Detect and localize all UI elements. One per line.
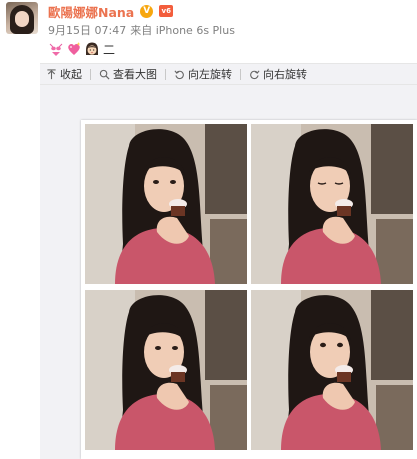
search-icon	[99, 69, 110, 80]
collapse-button[interactable]: 收起	[46, 66, 82, 82]
view-large-label: 查看大图	[113, 68, 157, 81]
toolbar-divider	[165, 68, 166, 80]
post-meta: 9月15日 07:47 来自 iPhone 6s Plus	[48, 22, 235, 38]
arrow-up-icon	[47, 68, 56, 79]
photo-3[interactable]	[85, 290, 247, 450]
photo-1[interactable]	[85, 124, 247, 284]
avatar[interactable]	[6, 2, 38, 34]
post-text-content: 二	[103, 42, 116, 57]
vip-badge-icon[interactable]: v6	[159, 5, 174, 17]
photo-1-image	[85, 124, 247, 284]
rotate-right-label: 向右旋转	[263, 68, 307, 81]
post-text: 二	[48, 40, 115, 58]
girl-face-icon	[86, 42, 98, 55]
rotate-left-label: 向左旋转	[188, 68, 232, 81]
photo-2[interactable]	[251, 124, 413, 284]
photo-4[interactable]	[251, 290, 413, 450]
toolbar-divider	[90, 68, 91, 80]
rotate-left-icon	[174, 69, 184, 79]
author-row: 歐陽娜娜Nana V v6	[48, 2, 174, 21]
rotate-left-button[interactable]: 向左旋转	[174, 66, 232, 82]
photo-2-image	[251, 124, 413, 284]
toolbar-divider	[240, 68, 241, 80]
weibo-post: 歐陽娜娜Nana V v6 9月15日 07:47 来自 iPhone 6s P…	[0, 0, 417, 459]
rotate-right-button[interactable]: 向右旋转	[249, 66, 307, 82]
sparkling-heart-icon	[68, 42, 81, 55]
photo-4-image	[251, 290, 413, 450]
author-name[interactable]: 歐陽娜娜Nana	[48, 2, 134, 21]
bikini-emoji-icon	[49, 43, 63, 56]
verified-badge-icon[interactable]: V	[140, 4, 154, 18]
post-source: 来自 iPhone 6s Plus	[130, 24, 235, 37]
photo-3-image	[85, 290, 247, 450]
collapse-label: 收起	[60, 68, 82, 81]
view-large-button[interactable]: 查看大图	[99, 66, 157, 82]
media-toolbar: 收起 查看大图 向左旋转 向右旋转	[40, 63, 417, 85]
post-time[interactable]: 9月15日 07:47	[48, 22, 126, 38]
photo-collage[interactable]	[81, 120, 417, 459]
rotate-right-icon	[250, 69, 260, 79]
